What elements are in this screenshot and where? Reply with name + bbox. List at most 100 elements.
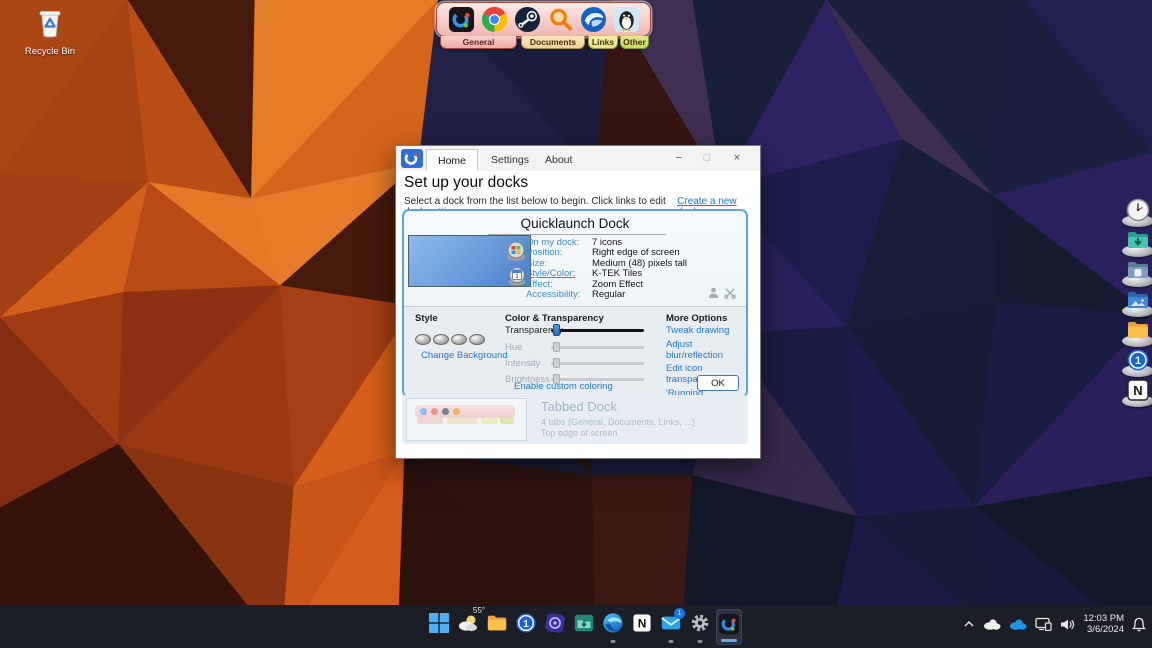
objectdock-logo-icon[interactable] <box>448 6 475 33</box>
minimize-button[interactable]: − <box>668 149 690 167</box>
tweak-drawing-link[interactable]: Tweak drawing <box>666 325 746 336</box>
enable-custom-coloring-link[interactable]: Enable custom coloring <box>514 381 613 392</box>
tab-about[interactable]: About <box>534 149 583 171</box>
chevron-up-icon[interactable] <box>963 619 975 629</box>
maximize-button[interactable]: □ <box>696 149 718 167</box>
prop-row: Accessibility:Regular <box>526 290 726 301</box>
tab-settings[interactable]: Settings <box>480 149 540 171</box>
app-logo-icon <box>401 149 423 168</box>
running-indicator <box>698 640 703 643</box>
speaker-icon[interactable] <box>1060 618 1075 631</box>
steam-icon[interactable] <box>514 6 541 33</box>
page-title: Set up your docks <box>404 174 528 192</box>
quicklaunch-dock: 1 N <box>1119 198 1152 407</box>
bell-icon[interactable] <box>1132 617 1146 632</box>
tabbed-dock-thumbnail <box>406 398 527 441</box>
svg-text:N: N <box>638 617 647 631</box>
dock-item-notion[interactable]: N <box>1119 378 1152 407</box>
taskbar-notion[interactable]: N <box>629 609 655 645</box>
dock-item-documents[interactable] <box>1119 258 1152 287</box>
recycle-bin-label: Recycle Bin <box>24 46 76 57</box>
windows-tile-icon <box>505 241 527 261</box>
taskbar-mail[interactable]: 1 <box>658 609 684 645</box>
tray-clock[interactable]: 12:03 PM 3/6/2024 <box>1083 613 1124 635</box>
dock-item-1password[interactable]: 1 <box>1119 348 1152 377</box>
recycle-bin-icon <box>33 6 67 40</box>
taskbar-media-app[interactable] <box>542 609 568 645</box>
dock-tab-general[interactable]: General <box>440 36 517 49</box>
style-preset-tile[interactable] <box>433 334 449 345</box>
svg-text:N: N <box>1133 383 1142 398</box>
edge-icon <box>602 612 624 634</box>
tabbed-dock-panel[interactable]: Tabbed Dock 4 tabs (General, Documents, … <box>402 395 748 444</box>
tabbed-dock <box>436 2 651 37</box>
file-explorer-icon <box>486 612 508 634</box>
change-background-link[interactable]: Change Background <box>421 350 508 361</box>
running-indicator <box>611 640 616 643</box>
dock-panel-title: Quicklaunch Dock <box>404 216 746 231</box>
slider-handle[interactable] <box>553 324 560 336</box>
style-section: Style Change Background Color & Transpar… <box>404 307 746 396</box>
mail-badge: 1 <box>674 608 685 619</box>
thunderbird-icon[interactable] <box>580 6 607 33</box>
hue-slider: Hue <box>505 341 644 353</box>
recycle-bin[interactable]: Recycle Bin <box>24 6 76 57</box>
scissors-icon[interactable] <box>724 287 736 299</box>
objectdock-icon <box>718 613 740 635</box>
window-titlebar: Home Settings About − □ × <box>396 146 760 171</box>
dock-item-folder[interactable] <box>1119 318 1152 347</box>
taskbar-settings[interactable] <box>687 609 713 645</box>
dock-tab-links[interactable]: Links <box>588 36 618 49</box>
prop-row: Effect:Zoom Effect <box>526 279 726 290</box>
folder-icon <box>1126 318 1150 342</box>
cloud-white-icon[interactable] <box>983 618 1001 630</box>
prop-row: Size:Medium (48) pixels tall <box>526 258 726 269</box>
svg-text:1: 1 <box>1135 355 1141 367</box>
person-icon[interactable] <box>708 287 719 299</box>
tray-date: 3/6/2024 <box>1083 624 1124 635</box>
transparency-slider[interactable]: Transparency <box>505 324 644 336</box>
adjust-blur-link[interactable]: Adjust blur/reflection <box>666 339 746 361</box>
dock-item-pictures[interactable] <box>1119 288 1152 317</box>
search-icon[interactable] <box>547 6 574 33</box>
close-button[interactable]: × <box>726 149 748 167</box>
dock-preview-thumbnail: 1 <box>408 235 531 287</box>
chrome-icon[interactable] <box>481 6 508 33</box>
onepassword-icon: 1 <box>1126 348 1150 372</box>
start-button[interactable] <box>426 609 452 645</box>
calendar-tile-icon: 1 <box>507 264 527 286</box>
downloads-app-icon <box>573 612 595 634</box>
dock-item-downloads[interactable] <box>1119 228 1152 257</box>
taskbar-edge[interactable] <box>600 609 626 645</box>
onepassword-icon: 1 <box>515 612 537 634</box>
tabbed-dock-title: Tabbed Dock <box>541 399 617 414</box>
style-presets <box>415 334 485 345</box>
tray-time: 12:03 PM <box>1083 613 1124 624</box>
cast-screen-icon[interactable] <box>1035 617 1052 631</box>
taskbar-1password[interactable]: 1 <box>513 609 539 645</box>
style-preset-tile[interactable] <box>415 334 431 345</box>
pictures-folder-icon <box>1126 288 1150 312</box>
prop-row: Position:Right edge of screen <box>526 248 726 259</box>
dock-tab-other[interactable]: Other <box>620 36 649 49</box>
style-preset-tile[interactable] <box>451 334 467 345</box>
style-header: Style <box>415 313 438 324</box>
quicklaunch-dock-panel[interactable]: Quicklaunch Dock 1 On my doc <box>402 209 748 398</box>
taskbar-file-explorer[interactable] <box>484 609 510 645</box>
penguin-icon[interactable] <box>613 6 640 33</box>
cloud-blue-icon[interactable] <box>1009 618 1027 630</box>
ok-button[interactable]: OK <box>697 375 739 391</box>
intensity-slider: Intensity <box>505 357 644 369</box>
prop-row: Style/Color:K-TEK Tiles <box>526 269 726 280</box>
more-options-header: More Options <box>666 313 727 324</box>
dock-properties: On my dock:7 icons Position:Right edge o… <box>526 237 726 300</box>
tab-home[interactable]: Home <box>426 149 478 171</box>
dock-tab-documents[interactable]: Documents <box>521 36 585 49</box>
style-preset-tile[interactable] <box>469 334 485 345</box>
style-color-link[interactable]: Style/Color: <box>526 268 592 279</box>
clock-icon <box>1126 198 1150 222</box>
taskbar-downloads-app[interactable] <box>571 609 597 645</box>
taskbar-objectdock[interactable] <box>716 609 742 645</box>
weather-widget[interactable]: 55° <box>455 609 481 645</box>
dock-item-clock[interactable] <box>1119 198 1152 227</box>
